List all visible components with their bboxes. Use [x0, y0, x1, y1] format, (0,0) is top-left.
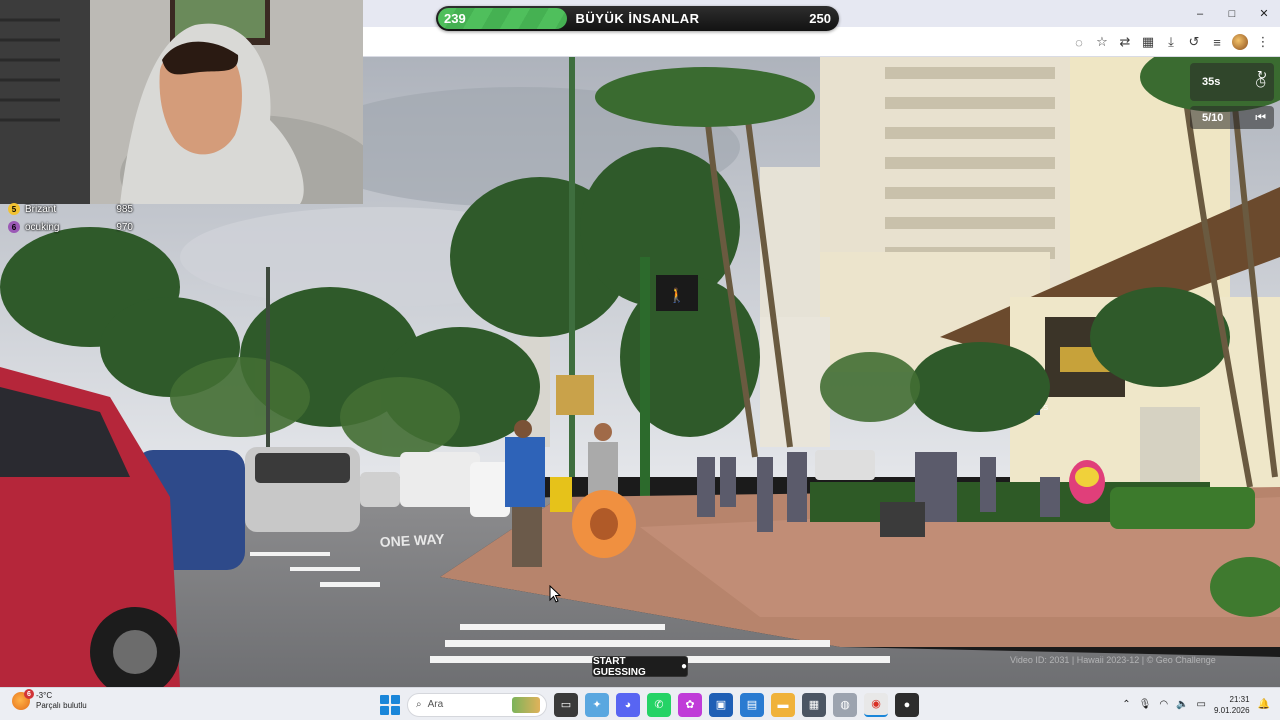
weather-icon: 6 [12, 689, 34, 710]
leaderboard-row: 5 Brizant 985 [8, 200, 133, 218]
mouse-cursor-icon [549, 585, 561, 603]
system-tray: ⌃ 🎙 ◠ 🔈 ▭ 21:31 9.01.2026 🔔 [1122, 691, 1270, 718]
rank-badge: 5 [8, 203, 20, 215]
history-icon[interactable]: ↺ [1185, 33, 1203, 51]
store-icon[interactable]: ▣ [709, 692, 733, 717]
obs-icon[interactable]: ● [895, 692, 919, 717]
map-pin-icon: ● [680, 661, 687, 672]
player-name: ocuking [25, 221, 60, 233]
svg-text:🚶: 🚶 [668, 287, 685, 304]
round-panel: 5/10 ⏮ [1190, 106, 1274, 129]
eye-off-icon[interactable]: ◌ [1070, 33, 1088, 51]
progress-title: BÜYÜK İNSANLAR [575, 11, 700, 26]
discord-icon[interactable]: ◕ [616, 692, 640, 717]
timer-value: 35s [1202, 76, 1221, 88]
streamer-webcam-image [0, 0, 363, 204]
photos-icon[interactable]: ▤ [740, 692, 764, 717]
clock[interactable]: 21:31 9.01.2026 [1214, 694, 1250, 716]
weather-widget[interactable]: 6 -3°C Parçalı bulutlu [12, 689, 87, 711]
wifi-icon[interactable]: ◠ [1159, 699, 1168, 710]
player-name: Brizant [25, 203, 57, 215]
windows-start-icon[interactable] [380, 694, 400, 715]
road-marking: ONE WAY [379, 531, 445, 550]
video-watermark: Video ID: 2031 | Hawaii 2023-12 | © Geo … [1010, 655, 1216, 665]
start-guessing-label: START GUESSING [593, 655, 646, 678]
notification-bell-icon[interactable]: 🔔 [1258, 699, 1270, 710]
toolbar-icon-group: ◌ ☆ ⇄ ▦ ⤓ ↺ ≡ ⋮ [1070, 27, 1272, 57]
chrome-icon[interactable]: ◉ [864, 692, 888, 717]
screen: ABC STORES [0, 0, 1280, 720]
skip-back-icon[interactable]: ⏮ [1255, 110, 1266, 125]
player-score: 985 [116, 203, 133, 215]
taskbar-search[interactable]: ⌕ Ara [407, 692, 547, 717]
mouse-app-icon[interactable]: ◍ [833, 692, 857, 717]
game-hud: 35s ◷ ↻ 5/10 ⏮ [1190, 63, 1274, 133]
whatsapp-icon[interactable]: ✆ [647, 692, 671, 717]
window-controls: – □ ✕ [1184, 0, 1280, 27]
round-counter: 5/10 [1202, 111, 1224, 124]
calculator-icon[interactable]: ▦ [802, 692, 826, 717]
task-view-icon[interactable]: ▭ [554, 692, 578, 717]
notification-badge: 6 [24, 689, 34, 699]
widgets-icon[interactable]: ✦ [585, 692, 609, 717]
player-score: 970 [116, 221, 133, 233]
maximize-button[interactable]: □ [1216, 0, 1248, 27]
search-highlight-image [512, 696, 540, 713]
search-icon: ⌕ [416, 699, 422, 710]
translate-icon[interactable]: ⇄ [1116, 33, 1134, 51]
volume-icon[interactable]: 🔈 [1176, 699, 1188, 710]
copilot-icon[interactable]: ✿ [678, 692, 702, 717]
chevron-up-icon[interactable]: ⌃ [1122, 699, 1130, 710]
progress-goal-value: 250 [809, 11, 831, 26]
download-icon[interactable]: ⤓ [1162, 33, 1180, 51]
rank-badge: 6 [8, 221, 20, 233]
search-placeholder: Ara [427, 699, 444, 710]
leaderboard-row: 6 ocuking 970 [8, 218, 133, 236]
start-guessing-button[interactable]: START GUESSING ● [592, 655, 688, 678]
clock-date: 9.01.2026 [1213, 705, 1250, 715]
chat-leaderboard: 5 Brizant 985 6 ocuking 970 [8, 200, 133, 236]
taskbar-apps: ⌕ Ara ▭ ✦ ◕ ✆ ✿ ▣ ▤ ▬ ▦ ◍ ◉ ● [380, 691, 919, 718]
weather-description: Parçalı bulutlu [36, 701, 87, 710]
progress-banner: 239 BÜYÜK İNSANLAR 250 [436, 6, 839, 31]
profile-avatar[interactable] [1231, 33, 1249, 51]
extensions-icon[interactable]: ▦ [1139, 33, 1157, 51]
battery-icon[interactable]: ▭ [1197, 699, 1206, 710]
refresh-icon: ↻ [1256, 67, 1268, 82]
minimize-button[interactable]: – [1184, 0, 1216, 27]
clock-time: 21:31 [1229, 694, 1250, 704]
kebab-menu-icon[interactable]: ⋮ [1254, 33, 1272, 51]
media-icon[interactable]: ≡ [1208, 33, 1226, 51]
windows-taskbar: 6 -3°C Parçalı bulutlu ⌕ Ara ▭ ✦ ◕ ✆ ✿ ▣… [0, 687, 1280, 720]
close-button[interactable]: ✕ [1248, 0, 1280, 27]
file-explorer-icon[interactable]: ▬ [771, 692, 795, 717]
star-icon[interactable]: ☆ [1093, 33, 1111, 51]
webcam-overlay [0, 0, 363, 204]
weather-temperature: -3°C [36, 691, 53, 700]
microphone-icon[interactable]: 🎙 [1139, 699, 1152, 710]
